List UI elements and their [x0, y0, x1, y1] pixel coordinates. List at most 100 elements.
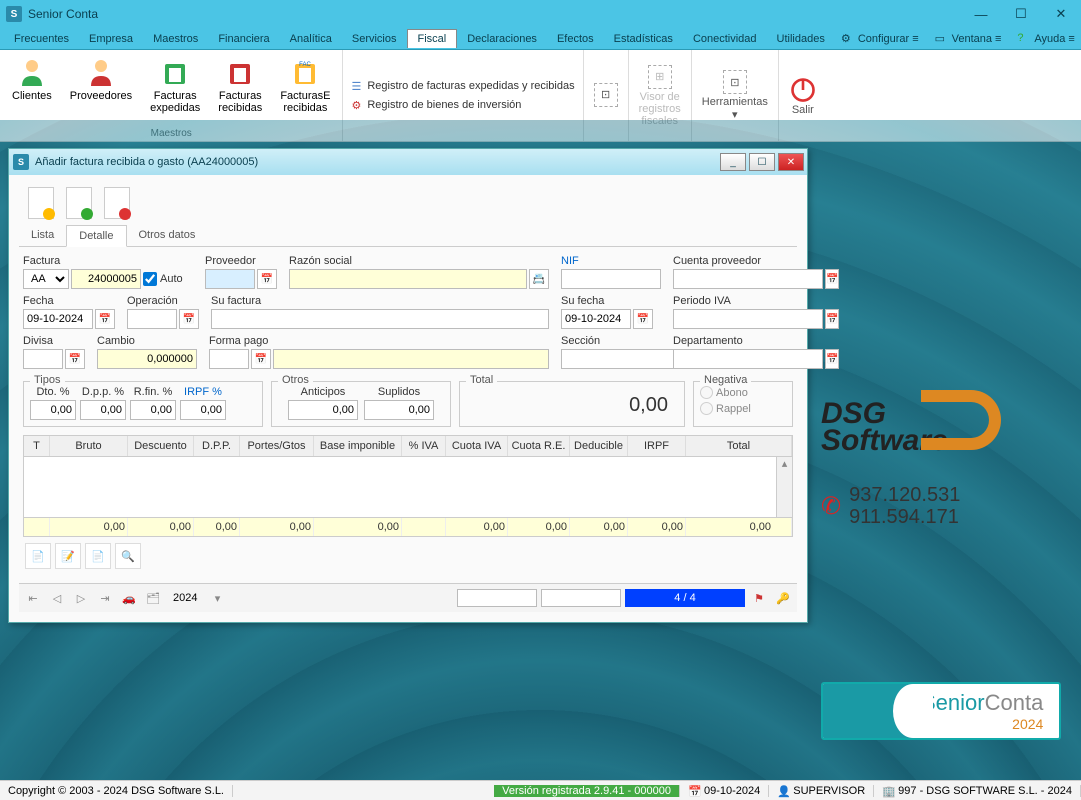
- radio-abono[interactable]: Abono: [700, 386, 786, 399]
- menu-configurar[interactable]: ⚙Configurar≡: [835, 30, 925, 48]
- col-dpp[interactable]: D.P.P.: [194, 436, 240, 456]
- lookup-departamento-button[interactable]: 📅: [825, 349, 839, 369]
- input-numero[interactable]: [71, 269, 141, 289]
- menu-declaraciones[interactable]: Declaraciones: [457, 30, 547, 48]
- ribbon-proveedores[interactable]: Proveedores: [66, 54, 136, 126]
- menu-frecuentes[interactable]: Frecuentes: [4, 30, 79, 48]
- nav-last-button[interactable]: ⇥: [95, 588, 115, 608]
- radio-rappel[interactable]: Rappel: [700, 402, 786, 415]
- ribbon-facturas-expedidas[interactable]: Facturas expedidas: [146, 54, 204, 126]
- grid-remove-button[interactable]: 📄: [85, 543, 111, 569]
- tb-save-button[interactable]: [63, 185, 95, 221]
- menu-utilidades[interactable]: Utilidades: [767, 30, 835, 48]
- menu-maestros[interactable]: Maestros: [143, 30, 208, 48]
- input-periodo[interactable]: [673, 309, 823, 329]
- cal-operacion-button[interactable]: 📅: [179, 309, 199, 329]
- menu-financiera[interactable]: Financiera: [208, 30, 279, 48]
- menu-empresa[interactable]: Empresa: [79, 30, 143, 48]
- input-rfin[interactable]: [130, 400, 176, 420]
- ribbon-facturase-recibidas[interactable]: FAC FacturasE recibidas: [276, 54, 334, 126]
- window-maximize-button[interactable]: ☐: [1001, 0, 1041, 28]
- col-piva[interactable]: % IVA: [402, 436, 446, 456]
- grid-view-button[interactable]: 🔍: [115, 543, 141, 569]
- ribbon-registro-facturas[interactable]: ☰ Registro de facturas expedidas y recib…: [351, 80, 574, 93]
- tab-otros[interactable]: Otros datos: [127, 225, 208, 246]
- cal-fecha-button[interactable]: 📅: [95, 309, 115, 329]
- nav-first-button[interactable]: ⇤: [23, 588, 43, 608]
- nav-key-button[interactable]: 🔑: [773, 588, 793, 608]
- dialog-maximize-button[interactable]: ☐: [749, 153, 775, 171]
- menu-analitica[interactable]: Analítica: [280, 30, 342, 48]
- tab-detalle[interactable]: Detalle: [66, 225, 126, 247]
- grid-scrollbar[interactable]: ▴: [776, 457, 792, 517]
- input-razon[interactable]: [289, 269, 527, 289]
- grid-body[interactable]: ▴: [24, 457, 792, 517]
- dialog-minimize-button[interactable]: _: [720, 153, 746, 171]
- input-cambio[interactable]: [97, 349, 197, 369]
- lookup-formapago-button[interactable]: 📅: [251, 349, 271, 369]
- menu-estadisticas[interactable]: Estadísticas: [604, 30, 683, 48]
- input-dto[interactable]: [30, 400, 76, 420]
- col-irpf[interactable]: IRPF: [628, 436, 686, 456]
- nav-flag-button[interactable]: ⚑: [749, 588, 769, 608]
- nav-next-button[interactable]: ▷: [71, 588, 91, 608]
- input-formapago-desc[interactable]: [273, 349, 549, 369]
- tab-lista[interactable]: Lista: [19, 225, 66, 246]
- nav-find-button[interactable]: 🚗: [119, 588, 139, 608]
- nav-refresh-button[interactable]: 🗂: [143, 588, 163, 608]
- nav-prev-button[interactable]: ◁: [47, 588, 67, 608]
- col-base[interactable]: Base imponible: [314, 436, 402, 456]
- menu-ayuda[interactable]: ?Ayuda≡: [1011, 30, 1080, 48]
- grid-edit-button[interactable]: 📝: [55, 543, 81, 569]
- menu-conectividad[interactable]: Conectividad: [683, 30, 767, 48]
- menu-servicios[interactable]: Servicios: [342, 30, 407, 48]
- nav-search-1[interactable]: [457, 589, 537, 607]
- col-total[interactable]: Total: [686, 436, 792, 456]
- menu-ventana[interactable]: ▭Ventana≡: [929, 30, 1008, 48]
- ribbon-clientes[interactable]: Clientes: [8, 54, 56, 126]
- cal-sufecha-button[interactable]: 📅: [633, 309, 653, 329]
- menu-efectos[interactable]: Efectos: [547, 30, 604, 48]
- input-suplidos[interactable]: [364, 400, 434, 420]
- input-dpp[interactable]: [80, 400, 126, 420]
- input-anticipos[interactable]: [288, 400, 358, 420]
- input-sufecha[interactable]: [561, 309, 631, 329]
- col-deducible[interactable]: Deducible: [570, 436, 628, 456]
- lookup-razon-button[interactable]: 📇: [529, 269, 549, 289]
- status-copyright: Copyright © 2003 - 2024 DSG Software S.L…: [0, 785, 233, 797]
- tb-delete-button[interactable]: [101, 185, 133, 221]
- input-departamento[interactable]: [673, 349, 823, 369]
- input-nif[interactable]: [561, 269, 661, 289]
- input-irpf[interactable]: [180, 400, 226, 420]
- nav-year-dropdown[interactable]: ▾: [207, 588, 227, 608]
- checkbox-auto[interactable]: Auto: [143, 272, 183, 286]
- window-close-button[interactable]: ✕: [1041, 0, 1081, 28]
- input-fecha[interactable]: [23, 309, 93, 329]
- col-portes[interactable]: Portes/Gtos: [240, 436, 314, 456]
- lookup-proveedor-button[interactable]: 📅: [257, 269, 277, 289]
- input-operacion[interactable]: [127, 309, 177, 329]
- col-descuento[interactable]: Descuento: [128, 436, 194, 456]
- window-minimize-button[interactable]: —: [961, 0, 1001, 28]
- input-cuenta[interactable]: [673, 269, 823, 289]
- input-proveedor[interactable]: [205, 269, 255, 289]
- nav-search-2[interactable]: [541, 589, 621, 607]
- menu-fiscal[interactable]: Fiscal: [407, 29, 458, 48]
- lookup-divisa-button[interactable]: 📅: [65, 349, 85, 369]
- col-cuotaiva[interactable]: Cuota IVA: [446, 436, 508, 456]
- cal-periodo-button[interactable]: 📅: [825, 309, 839, 329]
- lookup-cuenta-button[interactable]: 📅: [825, 269, 839, 289]
- ribbon-facturas-recibidas[interactable]: Facturas recibidas: [214, 54, 266, 126]
- ribbon-registro-bienes[interactable]: ⚙ Registro de bienes de inversión: [351, 99, 574, 112]
- col-t[interactable]: T: [24, 436, 50, 456]
- col-cuotare[interactable]: Cuota R.E.: [508, 436, 570, 456]
- input-divisa[interactable]: [23, 349, 63, 369]
- input-serie[interactable]: AA: [23, 269, 69, 289]
- grid-add-button[interactable]: 📄: [25, 543, 51, 569]
- col-bruto[interactable]: Bruto: [50, 436, 128, 456]
- dialog-close-button[interactable]: ✕: [778, 153, 804, 171]
- input-sufactura[interactable]: [211, 309, 549, 329]
- input-formapago-code[interactable]: [209, 349, 249, 369]
- tb-new-button[interactable]: [25, 185, 57, 221]
- label-periodo: Periodo IVA: [673, 295, 793, 307]
